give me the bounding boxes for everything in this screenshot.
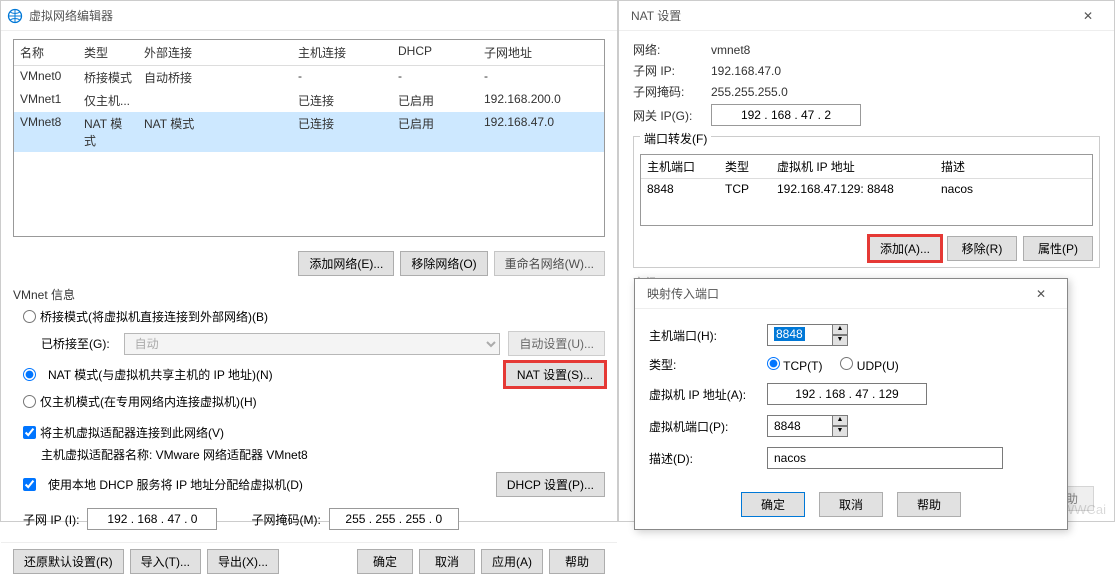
map-hostport-input[interactable]: 8848 (767, 324, 833, 346)
network-value: vmnet8 (711, 43, 750, 57)
bridge-label: 桥接模式(将虚拟机直接连接到外部网络)(B) (40, 308, 268, 325)
col-type[interactable]: 类型 (78, 40, 138, 65)
udp-radio-label[interactable]: UDP(U) (840, 357, 898, 373)
bridged-to-label: 已桥接至(G): (41, 335, 110, 352)
r-subnet-mask: 255.255.255.0 (711, 85, 788, 99)
nat-radio[interactable] (23, 368, 36, 381)
rename-network-button[interactable]: 重命名网络(W)... (494, 251, 605, 276)
connect-adapter-label: 将主机虚拟适配器连接到此网络(V) (40, 424, 224, 441)
r-subnet-ip: 192.168.47.0 (711, 64, 781, 78)
subnet-ip-input[interactable] (87, 508, 217, 530)
pf-props-button[interactable]: 属性(P) (1023, 236, 1093, 261)
close-icon[interactable]: ✕ (1021, 282, 1061, 306)
use-dhcp-check[interactable] (23, 478, 36, 491)
help-button[interactable]: 帮助 (549, 549, 605, 574)
bridge-radio[interactable] (23, 310, 36, 323)
vmnet-info-label: VMnet 信息 (13, 286, 605, 303)
ok-button[interactable]: 确定 (357, 549, 413, 574)
network-label: 网络: (633, 41, 711, 58)
network-table-header: 名称 类型 外部连接 主机连接 DHCP 子网地址 (14, 40, 604, 66)
map-title: 映射传入端口 (641, 285, 1021, 302)
bridged-to-select[interactable]: 自动 (124, 333, 501, 355)
subnet-ip-label: 子网 IP (I): (23, 511, 79, 528)
adapter-name-text: 主机虚拟适配器名称: VMware 网络适配器 VMnet8 (13, 444, 605, 469)
pf-row[interactable]: 8848 TCP 192.168.47.129: 8848 nacos (641, 179, 1092, 199)
spinner-up-icon[interactable]: ▲ (832, 415, 848, 426)
tcp-radio-label[interactable]: TCP(T) (767, 357, 822, 373)
map-desc-input[interactable] (767, 447, 1003, 469)
cancel-button[interactable]: 取消 (419, 549, 475, 574)
globe-icon (7, 8, 23, 24)
hostonly-label: 仅主机模式(在专用网络内连接虚拟机)(H) (40, 393, 257, 410)
add-network-button[interactable]: 添加网络(E)... (298, 251, 394, 276)
spinner-up-icon[interactable]: ▲ (832, 324, 848, 335)
dhcp-settings-button[interactable]: DHCP 设置(P)... (496, 472, 605, 497)
r-subnet-mask-label: 子网掩码: (633, 83, 711, 100)
nat-title: NAT 设置 (625, 7, 1068, 24)
hostonly-radio[interactable] (23, 395, 36, 408)
restore-defaults-button[interactable]: 还原默认设置(R) (13, 549, 124, 574)
gateway-label: 网关 IP(G): (633, 107, 711, 124)
map-desc-label: 描述(D): (649, 450, 767, 467)
nat-titlebar: NAT 设置 ✕ (619, 1, 1114, 31)
auto-settings-button[interactable]: 自动设置(U)... (508, 331, 605, 356)
remove-network-button[interactable]: 移除网络(O) (400, 251, 487, 276)
pf-add-button[interactable]: 添加(A)... (869, 236, 941, 261)
map-vmip-input[interactable] (767, 383, 927, 405)
map-vmport-input[interactable] (767, 415, 833, 437)
map-ok-button[interactable]: 确定 (741, 492, 805, 517)
gateway-input[interactable] (711, 104, 861, 126)
col-subnet[interactable]: 子网地址 (478, 40, 598, 65)
table-row[interactable]: VMnet0 桥接模式 自动桥接 - - - (14, 66, 604, 89)
spinner-down-icon[interactable]: ▼ (832, 335, 848, 346)
udp-radio[interactable] (840, 357, 853, 370)
map-vmport-label: 虚拟机端口(P): (649, 418, 767, 435)
map-vmip-label: 虚拟机 IP 地址(A): (649, 386, 767, 403)
export-button[interactable]: 导出(X)... (207, 549, 279, 574)
pf-col-type[interactable]: 类型 (719, 155, 771, 178)
port-forward-label: 端口转发(F) (640, 130, 711, 147)
close-icon[interactable]: ✕ (1068, 4, 1108, 28)
use-dhcp-label: 使用本地 DHCP 服务将 IP 地址分配给虚拟机(D) (48, 476, 488, 493)
import-button[interactable]: 导入(T)... (130, 549, 201, 574)
vne-titlebar: 虚拟网络编辑器 (1, 1, 617, 31)
table-row[interactable]: VMnet1 仅主机... 已连接 已启用 192.168.200.0 (14, 89, 604, 112)
network-table[interactable]: 名称 类型 外部连接 主机连接 DHCP 子网地址 VMnet0 桥接模式 自动… (13, 39, 605, 237)
col-host[interactable]: 主机连接 (292, 40, 392, 65)
map-hostport-label: 主机端口(H): (649, 327, 767, 344)
pf-col-vmip[interactable]: 虚拟机 IP 地址 (771, 155, 935, 178)
col-dhcp[interactable]: DHCP (392, 40, 478, 65)
col-name[interactable]: 名称 (14, 40, 78, 65)
pf-col-desc[interactable]: 描述 (935, 155, 1035, 178)
col-ext[interactable]: 外部连接 (138, 40, 292, 65)
spinner-down-icon[interactable]: ▼ (832, 426, 848, 437)
port-forward-table[interactable]: 主机端口 类型 虚拟机 IP 地址 描述 8848 TCP 192.168.47… (640, 154, 1093, 226)
apply-button[interactable]: 应用(A) (481, 549, 543, 574)
connect-adapter-check[interactable] (23, 426, 36, 439)
pf-remove-button[interactable]: 移除(R) (947, 236, 1017, 261)
r-subnet-ip-label: 子网 IP: (633, 62, 711, 79)
map-port-dialog: 映射传入端口 ✕ 主机端口(H): 8848 ▲ ▼ 类型: TCP(T) UD… (634, 278, 1068, 530)
map-cancel-button[interactable]: 取消 (819, 492, 883, 517)
subnet-mask-label: 子网掩码(M): (251, 511, 320, 528)
tcp-radio[interactable] (767, 357, 780, 370)
table-row[interactable]: VMnet8 NAT 模式 NAT 模式 已连接 已启用 192.168.47.… (14, 112, 604, 152)
map-type-label: 类型: (649, 356, 767, 373)
vne-title: 虚拟网络编辑器 (29, 7, 611, 24)
subnet-mask-input[interactable] (329, 508, 459, 530)
nat-label: NAT 模式(与虚拟机共享主机的 IP 地址)(N) (48, 366, 497, 383)
map-help-button[interactable]: 帮助 (897, 492, 961, 517)
pf-col-hostport[interactable]: 主机端口 (641, 155, 719, 178)
nat-settings-button[interactable]: NAT 设置(S)... (505, 362, 605, 387)
